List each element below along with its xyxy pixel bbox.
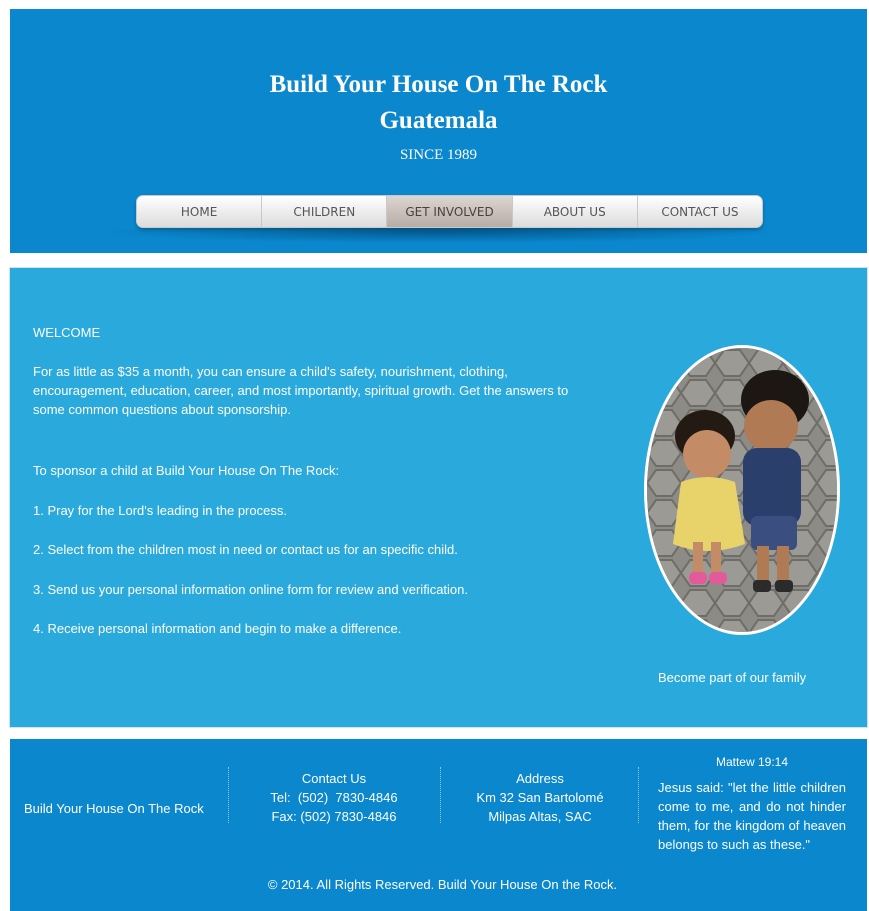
- nav-item-contact-us[interactable]: CONTACT US: [638, 196, 762, 227]
- footer-contact: Contact Us Tel: (502) 7830-4846 Fax: (50…: [250, 769, 418, 826]
- photo-caption: Become part of our family: [658, 670, 807, 685]
- footer-address: Address Km 32 San Bartolomé Milpas Altas…: [455, 769, 625, 826]
- welcome-paragraph: For as little as $35 a month, you can en…: [33, 364, 569, 417]
- nav-item-home[interactable]: HOME: [137, 196, 263, 227]
- contact-heading: Contact Us: [301, 771, 367, 786]
- site-title-line2: Guatemala: [379, 107, 498, 134]
- address-line2: Milpas Altas, SAC: [488, 809, 592, 824]
- sponsor-step: 1. Pray for the Lord's leading in the pr…: [33, 503, 287, 518]
- verse-text: Jesus said: "let the little children com…: [658, 780, 846, 852]
- footer-verse: Mattew 19:14 Jesus said: "let the little…: [658, 753, 846, 854]
- children-photo: [644, 345, 840, 635]
- site-title-line1: Build Your House On The Rock: [269, 71, 608, 98]
- footer-divider: [440, 767, 441, 823]
- site-title: Build Your House On The Rock Guatemala: [10, 67, 867, 139]
- site-tagline: SINCE 1989: [399, 147, 478, 163]
- contact-fax: Fax: (502) 7830-4846: [271, 809, 397, 824]
- sponsor-step: 2. Select from the children most in need…: [33, 542, 458, 557]
- site-footer: Build Your House On The Rock Contact Us …: [10, 739, 867, 911]
- sponsor-step: 4. Receive personal information and begi…: [33, 621, 402, 636]
- nav-item-children[interactable]: CHILDREN: [262, 196, 388, 227]
- main-nav: HOME CHILDREN GET INVOLVED ABOUT US CONT…: [136, 195, 763, 228]
- nav-item-about-us[interactable]: ABOUT US: [513, 196, 638, 227]
- site-header: Build Your House On The Rock Guatemala S…: [10, 9, 867, 253]
- sponsor-step: 3. Send us your personal information onl…: [33, 582, 468, 597]
- welcome-heading: WELCOME: [33, 325, 101, 340]
- main-content: WELCOME For as little as $35 a month, yo…: [10, 268, 867, 727]
- footer-divider: [638, 767, 639, 823]
- nav-item-get-involved[interactable]: GET INVOLVED: [387, 196, 513, 227]
- copyright-text: © 2014. All Rights Reserved. Build Your …: [267, 877, 618, 892]
- footer-divider: [228, 767, 229, 823]
- footer-org-name: Build Your House On The Rock: [24, 801, 204, 816]
- verse-reference: Mattew 19:14: [715, 755, 789, 769]
- address-line1: Km 32 San Bartolomé: [476, 790, 604, 805]
- sponsor-intro: To sponsor a child at Build Your House O…: [33, 463, 340, 478]
- address-heading: Address: [516, 771, 564, 786]
- contact-tel[interactable]: Tel: (502) 7830-4846: [250, 788, 418, 807]
